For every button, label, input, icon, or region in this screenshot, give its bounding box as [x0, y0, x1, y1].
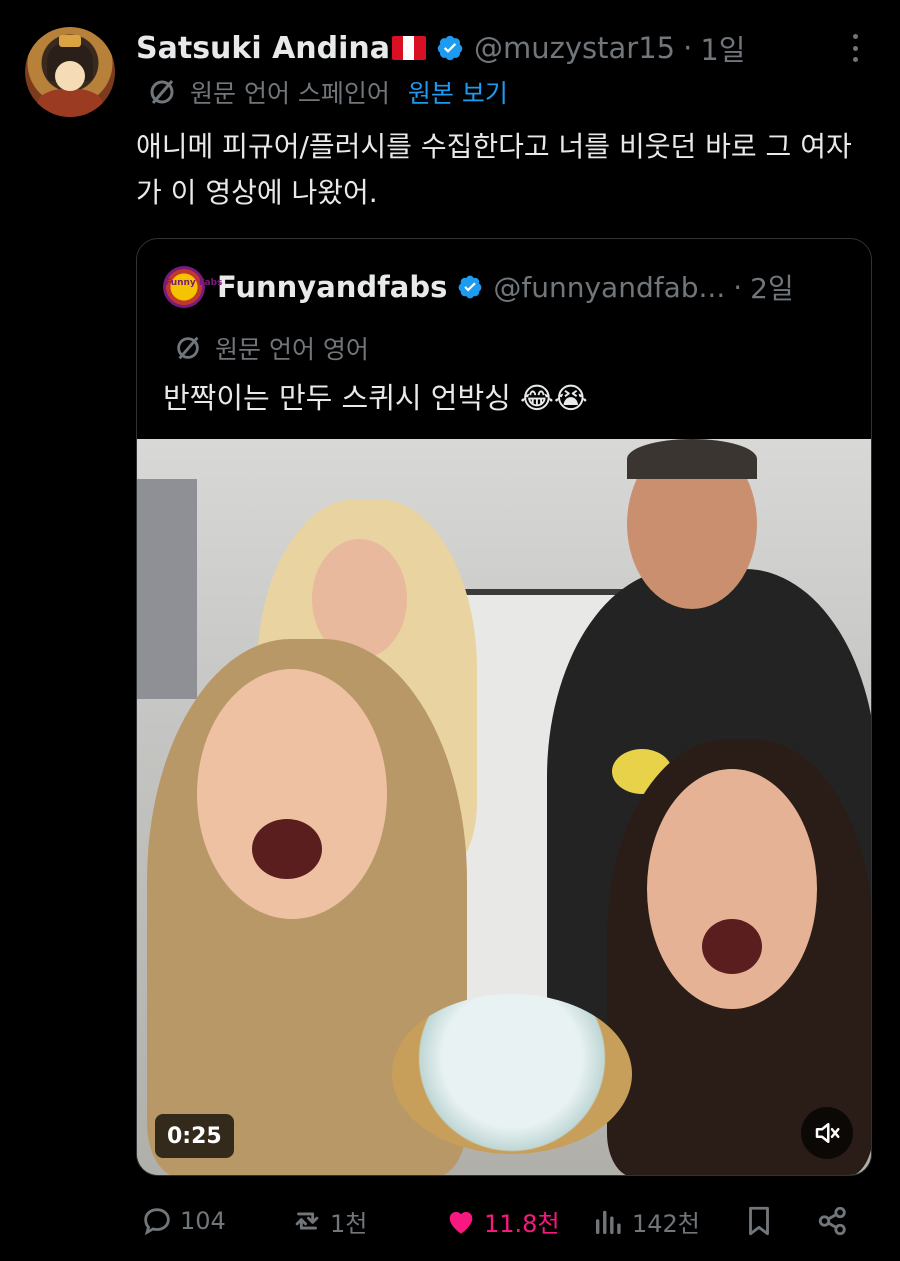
- mute-button[interactable]: [801, 1107, 853, 1159]
- video-door: [137, 479, 197, 699]
- quoted-post-header: Funny Fabs Funnyandfabs @funnyandfab... …: [163, 265, 794, 309]
- quoted-post[interactable]: Funny Fabs Funnyandfabs @funnyandfab... …: [136, 238, 872, 1176]
- repost-count: 1천: [330, 1209, 368, 1238]
- share-icon: [818, 1206, 846, 1236]
- post-header: Satsuki Andina @muzystar15 · 1일: [136, 28, 745, 68]
- bookmark-icon: [749, 1206, 769, 1236]
- heart-filled-icon: [449, 1211, 473, 1234]
- video-timecode: 0:25: [155, 1114, 234, 1158]
- verified-badge-icon: [437, 35, 463, 61]
- reply-button[interactable]: 104: [140, 1198, 226, 1244]
- author-name[interactable]: Satsuki Andina: [136, 31, 390, 66]
- views-chart-icon: [595, 1210, 621, 1235]
- repost-icon: [295, 1212, 319, 1230]
- avatar-face: [55, 61, 85, 91]
- translate-icon: [177, 336, 199, 360]
- peru-flag-icon: [392, 36, 427, 60]
- post-time[interactable]: 1일: [700, 27, 745, 69]
- bookmark-button[interactable]: [742, 1198, 782, 1244]
- separator-dot: ·: [733, 270, 743, 304]
- reply-icon: [144, 1208, 170, 1236]
- video-glitter-dumpling-squishy: [392, 994, 632, 1154]
- quoted-post-time[interactable]: 2일: [750, 267, 794, 307]
- like-count: 11.8천: [484, 1209, 560, 1238]
- video-person-brunette-mouth: [702, 919, 762, 974]
- video-person-blonde-face: [197, 669, 387, 919]
- quoted-translation-bar: 원문 언어 영어: [173, 331, 369, 365]
- author-handle[interactable]: @muzystar15: [474, 31, 675, 65]
- verified-badge-icon: [459, 275, 482, 299]
- quoted-original-language-label: 원문 언어 영어: [215, 335, 369, 364]
- repost-button[interactable]: 1천: [290, 1198, 367, 1244]
- more-options-icon[interactable]: [845, 30, 865, 66]
- author-avatar[interactable]: [25, 27, 115, 117]
- quoted-author-avatar[interactable]: Funny Fabs: [163, 266, 222, 308]
- video-player[interactable]: 0:25: [137, 439, 871, 1175]
- views-count: 142천: [632, 1209, 700, 1238]
- quoted-post-text: 반짝이는 만두 스퀴시 언박싱 😂😭: [163, 381, 588, 415]
- reply-count: 104: [180, 1207, 226, 1235]
- quoted-author-handle[interactable]: @funnyandfab...: [493, 271, 725, 304]
- separator-dot: ·: [683, 31, 693, 65]
- show-original-link[interactable]: 원본 보기: [408, 74, 508, 110]
- translate-icon: [150, 80, 174, 104]
- video-person-man-hair: [627, 439, 757, 479]
- like-button[interactable]: 11.8천: [444, 1198, 560, 1244]
- avatar-crown: [59, 35, 81, 47]
- translation-bar: 원문 언어 스페인어 원본 보기: [146, 74, 508, 110]
- muted-speaker-icon: [815, 1123, 840, 1143]
- video-person-blonde-mouth: [252, 819, 322, 879]
- views-button[interactable]: 142천: [592, 1198, 700, 1244]
- quoted-author-name[interactable]: Funnyandfabs: [217, 270, 447, 304]
- action-bar: 104 1천 11.8천 142천: [136, 1198, 876, 1244]
- share-button[interactable]: [816, 1198, 856, 1244]
- avatar-robe: [37, 89, 103, 117]
- original-language-label: 원문 언어 스페인어: [190, 79, 390, 108]
- post-text: 애니메 피규어/플러시를 수집한다고 너를 비웃던 바로 그 여자가 이 영상에…: [136, 130, 852, 209]
